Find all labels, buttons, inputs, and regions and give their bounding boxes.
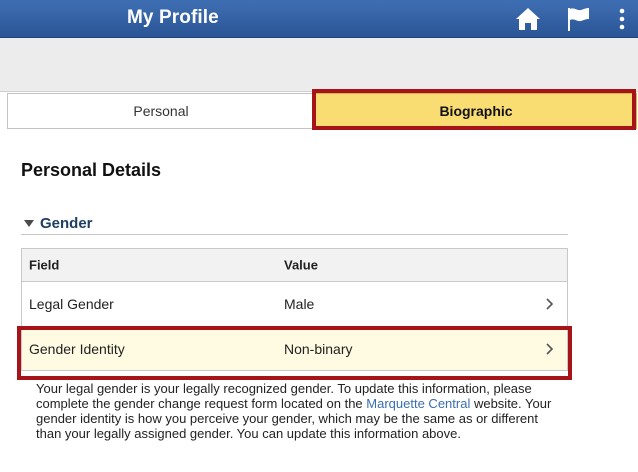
home-icon[interactable] (514, 5, 542, 33)
row-value: Male (284, 296, 315, 312)
tab-biographic[interactable]: Biographic (315, 93, 637, 129)
chevron-right-icon (546, 298, 554, 310)
column-header-value: Value (284, 257, 318, 273)
tab-personal[interactable]: Personal (7, 93, 315, 129)
table-row-gender-identity[interactable]: Gender Identity Non-binary (22, 326, 567, 370)
section-title: Personal Details (21, 160, 162, 180)
table-header: Field Value (22, 249, 567, 282)
table-row-legal-gender[interactable]: Legal Gender Male (22, 282, 567, 326)
top-bar: My Profile (0, 0, 638, 38)
page-title: My Profile (127, 7, 219, 28)
gender-table: Field Value Legal Gender Male Gender Ide… (21, 248, 568, 371)
gender-group-toggle[interactable]: Gender (21, 212, 568, 235)
row-field: Legal Gender (29, 296, 114, 312)
sub-header-bar (0, 38, 638, 92)
gender-help-text: Your legal gender is your legally recogn… (36, 381, 556, 441)
column-header-field: Field (29, 257, 60, 273)
tab-personal-label: Personal (133, 103, 189, 119)
flag-icon[interactable] (564, 5, 592, 33)
row-field: Gender Identity (29, 340, 125, 357)
chevron-right-icon (546, 342, 554, 355)
caret-down-icon (24, 220, 34, 227)
tab-biographic-label: Biographic (439, 103, 513, 119)
tab-strip: Personal Biographic (7, 93, 637, 129)
row-value: Non-binary (284, 340, 353, 357)
group-label: Gender (40, 214, 93, 232)
marquette-central-link[interactable]: Marquette Central (366, 396, 470, 411)
more-vertical-icon[interactable] (612, 5, 632, 33)
